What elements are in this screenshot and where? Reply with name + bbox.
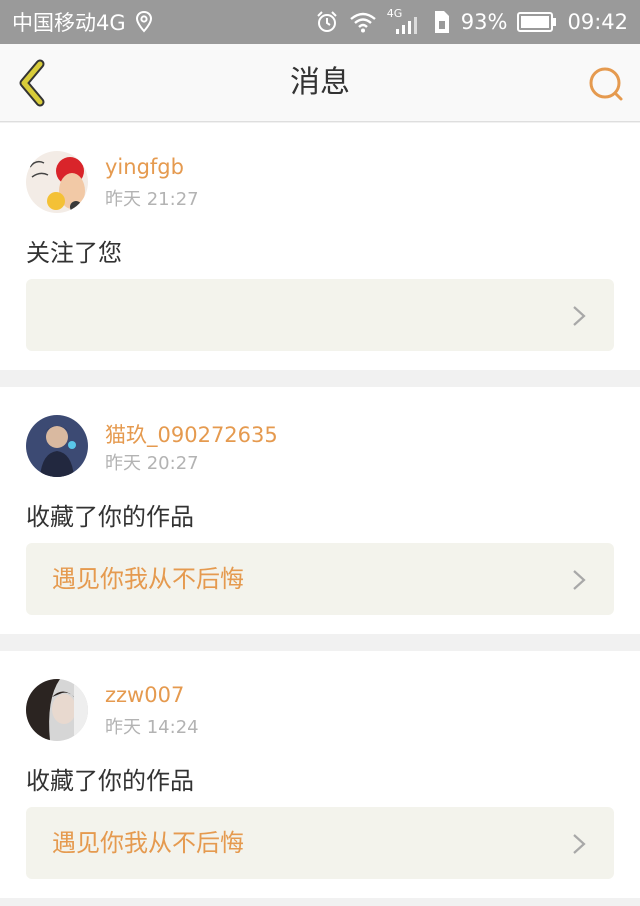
action-text: 关注了您	[26, 239, 122, 267]
status-bar: 中国移动4G 4G 93% 09:42	[0, 0, 640, 44]
user-avatar-image	[26, 415, 88, 477]
avatar[interactable]	[26, 679, 88, 741]
username-link[interactable]: yingfgb	[105, 155, 184, 179]
action-text: 收藏了你的作品	[26, 767, 194, 795]
signal-group: 4G	[387, 7, 421, 35]
message-time: 昨天 20:27	[105, 453, 199, 474]
work-link-box[interactable]: 遇见你我从不后悔	[26, 807, 614, 879]
carrier-label: 中国移动4G	[12, 11, 126, 35]
search-button[interactable]	[586, 64, 626, 104]
page-title: 消息	[290, 65, 350, 100]
message-card: yingfgb 昨天 21:27 关注了您	[0, 123, 640, 370]
message-time: 昨天 14:24	[105, 717, 199, 738]
message-card: 猫玖_090272635 昨天 20:27 收藏了你的作品 遇见你我从不后悔	[0, 387, 640, 634]
user-avatar-image	[26, 679, 88, 741]
username-link[interactable]: zzw007	[105, 683, 184, 707]
work-title: 遇见你我从不后悔	[52, 565, 244, 593]
user-avatar-image	[26, 151, 88, 213]
search-icon	[589, 67, 623, 101]
message-time: 昨天 21:27	[105, 189, 199, 210]
location-icon	[135, 11, 152, 33]
nav-bar: 消息	[0, 44, 640, 122]
signal-icon	[395, 17, 417, 34]
sim-icon	[434, 11, 449, 33]
alarm-icon	[317, 11, 337, 32]
chevron-right-icon	[573, 306, 586, 326]
avatar[interactable]	[26, 415, 88, 477]
battery-percent: 93%	[460, 10, 508, 34]
battery-icon	[517, 12, 557, 32]
chevron-right-icon	[573, 570, 586, 590]
work-link-box[interactable]: 遇见你我从不后悔	[26, 543, 614, 615]
chevron-right-icon	[573, 834, 586, 854]
message-card: zzw007 昨天 14:24 收藏了你的作品 遇见你我从不后悔	[0, 651, 640, 898]
wifi-icon	[350, 12, 376, 33]
work-title: 遇见你我从不后悔	[52, 829, 244, 857]
status-right: 4G 93% 09:42	[305, 0, 628, 44]
action-text: 收藏了你的作品	[26, 503, 194, 531]
status-left: 中国移动4G	[12, 0, 152, 44]
username-link[interactable]: 猫玖_090272635	[105, 419, 278, 449]
clock-time: 09:42	[567, 10, 628, 34]
avatar[interactable]	[26, 151, 88, 213]
work-link-box[interactable]	[26, 279, 614, 351]
